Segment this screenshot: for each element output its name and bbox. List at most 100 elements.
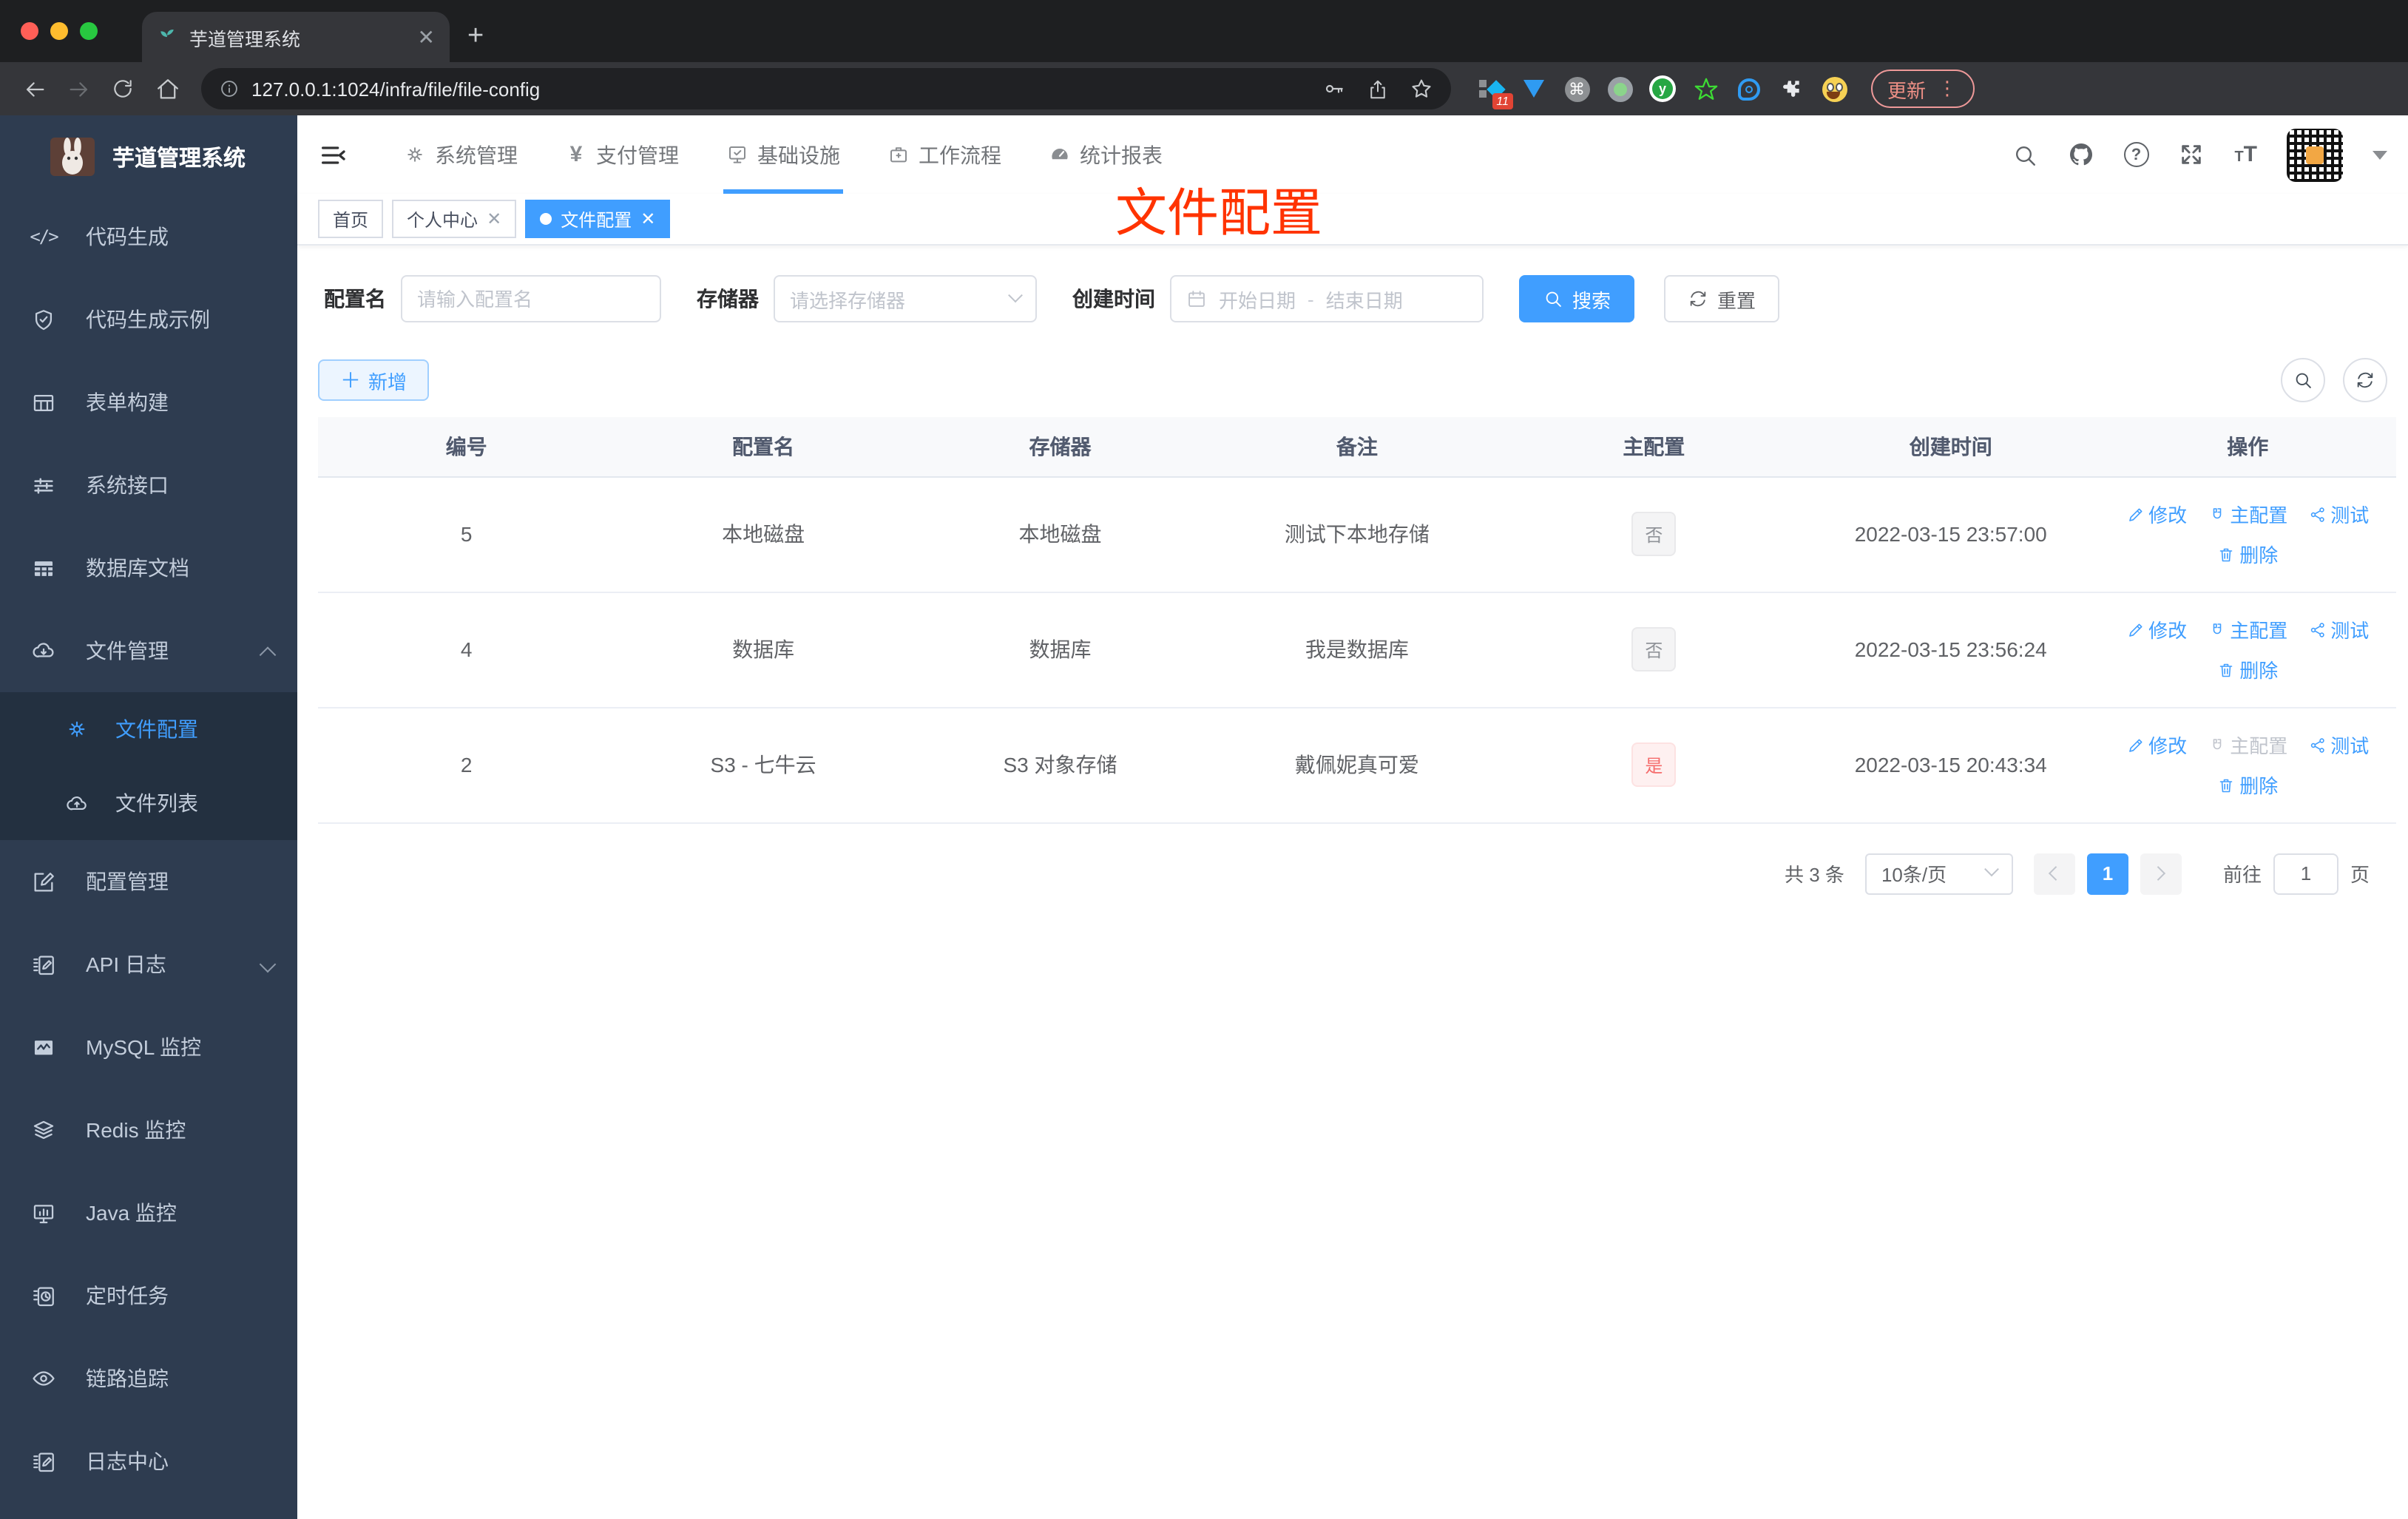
search-icon: [1543, 288, 1563, 309]
sidebar-item-config-management[interactable]: 配置管理: [0, 840, 297, 923]
sidebar-item-redis-monitor[interactable]: Redis 监控: [0, 1089, 297, 1171]
bookmark-star-icon[interactable]: [1410, 77, 1433, 101]
nav-workflow[interactable]: 工作流程: [870, 115, 1019, 194]
cell-id: 4: [318, 592, 615, 708]
tag-profile[interactable]: 个人中心 ✕: [392, 200, 517, 238]
window-close-button[interactable]: [21, 22, 38, 40]
nav-payment-management[interactable]: ¥ 支付管理: [547, 115, 697, 194]
current-page-button[interactable]: 1: [2086, 853, 2128, 894]
delete-link[interactable]: 删除: [2217, 540, 2278, 568]
github-icon[interactable]: [2067, 141, 2094, 168]
back-button[interactable]: [15, 70, 53, 108]
window-zoom-button[interactable]: [80, 22, 98, 40]
active-tag-dot: [540, 213, 552, 225]
delete-link[interactable]: 删除: [2217, 771, 2278, 799]
extension-tabs-icon[interactable]: 11: [1478, 75, 1513, 109]
tag-close-icon[interactable]: ✕: [640, 209, 655, 229]
sidebar-item-api-log[interactable]: API 日志: [0, 923, 297, 1006]
chevron-down-icon: [259, 955, 277, 973]
new-tab-button[interactable]: +: [467, 21, 484, 53]
sidebar-item-tracing[interactable]: 链路追踪: [0, 1337, 297, 1420]
extensions-puzzle-icon[interactable]: [1778, 75, 1805, 102]
tag-close-icon[interactable]: ✕: [487, 209, 501, 229]
nav-infrastructure[interactable]: 基础设施: [708, 115, 858, 194]
sidebar-item-file-config[interactable]: 文件配置: [0, 692, 297, 766]
edit-link[interactable]: 修改: [2126, 500, 2187, 528]
sidebar-menu: </> 代码生成 代码生成示例 表单构建 系统接口 数据库文档 文件管理 文件配置…: [0, 195, 297, 1519]
browser-tab[interactable]: 芋道管理系统 ✕: [142, 12, 450, 62]
show-search-toggle-button[interactable]: [2281, 358, 2325, 402]
refresh-list-button[interactable]: [2343, 358, 2387, 402]
add-button[interactable]: ＋新增: [318, 359, 430, 401]
sidebar-item-file-management[interactable]: 文件管理: [0, 609, 297, 692]
reload-button[interactable]: [104, 70, 142, 108]
extension-y-icon[interactable]: y: [1649, 75, 1676, 102]
shield-check-icon: [31, 307, 56, 332]
delete-link[interactable]: 删除: [2217, 655, 2278, 683]
cloud-download-icon: [31, 638, 56, 663]
goto-page-input[interactable]: [2273, 853, 2338, 894]
home-button[interactable]: [148, 70, 186, 108]
sidebar-item-scheduled-tasks[interactable]: 定时任务: [0, 1254, 297, 1337]
nav-system-management[interactable]: 系统管理: [386, 115, 535, 194]
tab-favicon-plant-icon: [160, 30, 174, 45]
prev-page-button[interactable]: [2033, 853, 2075, 894]
tag-home[interactable]: 首页: [318, 200, 384, 238]
sidebar-item-system-api[interactable]: 系统接口: [0, 444, 297, 527]
forward-button[interactable]: [59, 70, 98, 108]
search-icon[interactable]: [2011, 141, 2037, 168]
fullscreen-icon[interactable]: [2178, 141, 2205, 168]
briefcase-icon: [887, 143, 910, 166]
config-name-input[interactable]: [417, 288, 645, 310]
sidebar-item-mysql-monitor[interactable]: MySQL 监控: [0, 1006, 297, 1089]
reset-button[interactable]: 重置: [1664, 275, 1780, 322]
user-menu-caret-icon[interactable]: [2373, 150, 2387, 159]
sidebar-collapse-icon[interactable]: [318, 140, 348, 169]
sidebar-item-code-example[interactable]: 代码生成示例: [0, 278, 297, 361]
sidebar-item-form-builder[interactable]: 表单构建: [0, 361, 297, 444]
font-size-icon[interactable]: TT: [2234, 142, 2257, 167]
set-master-link[interactable]: 主配置: [2208, 500, 2287, 528]
site-info-icon[interactable]: [219, 78, 240, 99]
sidebar-item-log-center[interactable]: 日志中心: [0, 1420, 297, 1503]
tab-close-icon[interactable]: ✕: [418, 24, 435, 50]
set-master-link[interactable]: 主配置: [2208, 615, 2287, 643]
sidebar-item-file-list[interactable]: 文件列表: [0, 766, 297, 840]
config-name-field[interactable]: [401, 275, 661, 322]
test-link[interactable]: 测试: [2308, 731, 2369, 759]
search-button[interactable]: 搜索: [1519, 275, 1635, 322]
test-link[interactable]: 测试: [2308, 615, 2369, 643]
date-range-picker[interactable]: 开始日期 - 结束日期: [1170, 275, 1484, 322]
tab-title: 芋道管理系统: [189, 29, 301, 50]
extension-star-icon[interactable]: [1692, 75, 1719, 102]
timer-book-icon: [31, 1283, 56, 1308]
sidebar-item-code-generation[interactable]: </> 代码生成: [0, 195, 297, 278]
tag-file-config[interactable]: 文件配置 ✕: [525, 200, 671, 238]
edit-link[interactable]: 修改: [2126, 615, 2187, 643]
share-icon[interactable]: [1367, 78, 1389, 100]
window-controls: [0, 0, 118, 62]
sidebar-item-java-monitor[interactable]: Java 监控: [0, 1171, 297, 1254]
extension-eye-icon[interactable]: [1735, 75, 1762, 102]
extension-command-icon[interactable]: ⌘: [1563, 75, 1590, 102]
url-text[interactable]: 127.0.0.1:1024/infra/file/file-config: [251, 78, 1310, 100]
edit-link[interactable]: 修改: [2126, 731, 2187, 759]
extension-emoji-icon[interactable]: [1821, 75, 1847, 102]
next-page-button[interactable]: [2140, 853, 2182, 894]
window-minimize-button[interactable]: [50, 22, 68, 40]
extension-gem-icon[interactable]: [1521, 75, 1547, 102]
browser-menu-icon[interactable]: ⋮: [1938, 77, 1958, 101]
gear-icon: [65, 717, 89, 741]
test-link[interactable]: 测试: [2308, 500, 2369, 528]
sidebar-item-db-doc[interactable]: 数据库文档: [0, 527, 297, 609]
user-avatar[interactable]: [2287, 128, 2343, 181]
address-bar[interactable]: 127.0.0.1:1024/infra/file/file-config: [201, 68, 1451, 109]
storage-select[interactable]: 请选择存储器: [774, 275, 1037, 322]
password-key-icon[interactable]: [1322, 77, 1346, 101]
extension-dot-icon[interactable]: [1606, 75, 1633, 102]
refresh-icon: [1688, 288, 1708, 309]
page-size-select[interactable]: 10条/页: [1864, 853, 2013, 894]
help-icon[interactable]: ?: [2123, 142, 2149, 167]
cell-id: 2: [318, 707, 615, 823]
browser-update-button[interactable]: 更新 ⋮: [1871, 70, 1975, 108]
